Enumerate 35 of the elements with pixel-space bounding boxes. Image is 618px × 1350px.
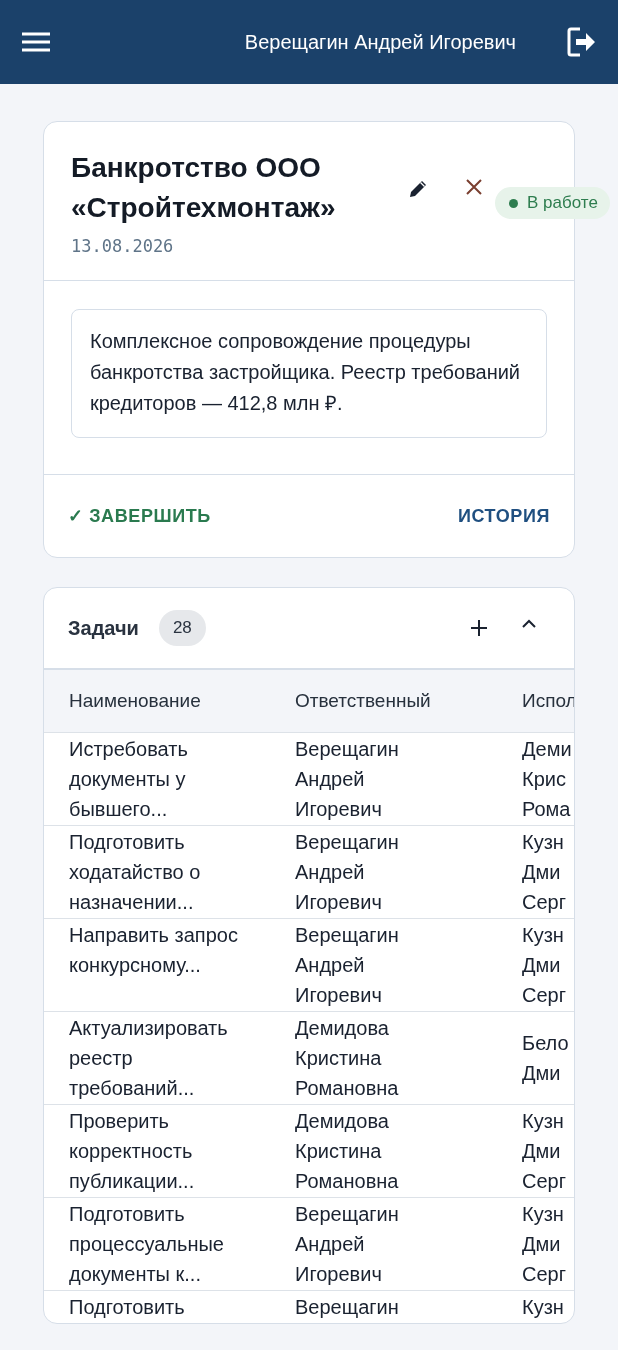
table-cell-text: Проверить корректность публикации...: [68, 1109, 196, 1194]
user-name: Верещагин Андрей Игоревич: [243, 30, 517, 54]
table-cell-text: Верещагин: [294, 1295, 400, 1320]
table-cell-text: Демидова Кристина Романовна: [294, 1016, 400, 1101]
table-cell-text: Верещагин Андрей Игоревич: [294, 923, 400, 1008]
table-cell-text: Кузн Дми Серг: [521, 830, 567, 915]
menu-icon[interactable]: [22, 32, 50, 52]
table-cell-text: Демидова Кристина Романовна: [294, 1109, 400, 1194]
table-cell-text: Кузн Дми Серг: [521, 1202, 567, 1287]
table-cell-text: Истребовать документы у бывшего...: [68, 737, 189, 822]
table-cell-text: Верещагин Андрей Игоревич: [294, 1202, 400, 1287]
table-cell-text: Кузн Дми Серг: [521, 923, 567, 1008]
table-cell-text: Направить запрос конкурсному...: [68, 923, 239, 978]
case-date: 13.08.2026: [71, 236, 175, 256]
add-icon[interactable]: [470, 619, 488, 637]
table-cell-text: Подготовить процессуальные документы к...: [68, 1202, 225, 1287]
table-cell-text: Подготовить: [68, 1295, 186, 1320]
count-badge: 28: [158, 610, 206, 646]
finish-button[interactable]: ✓ ЗАВЕРШИТЬ: [68, 505, 211, 527]
table-cell-text: Деми Крис Рома: [521, 737, 572, 822]
table-cell-text: Кузн: [521, 1295, 565, 1320]
history-button[interactable]: ИСТОРИЯ: [457, 505, 550, 527]
table-cell-text: Подготовить ходатайство о назначении...: [68, 830, 202, 915]
status-badge: В работе: [495, 187, 610, 219]
column-header: Ответственный: [294, 689, 432, 713]
description-field[interactable]: Комплексное сопровождение процедуры банкротства застройщика. Реестр требований кредиторов — 412,8 млн ₽.: [71, 309, 547, 438]
case-title: Банкротство ООО «Стройтехмонтаж»: [71, 151, 337, 225]
table-cell-text: Бело Дми: [521, 1031, 570, 1086]
tasks-title: Задачи: [68, 616, 139, 640]
table-cell-text: Кузн Дми Серг: [521, 1109, 567, 1194]
table-cell-text: Актуализировать реестр требований...: [68, 1016, 229, 1101]
logout-icon[interactable]: [566, 26, 596, 58]
table-cell-text: Верещагин Андрей Игоревич: [294, 737, 400, 822]
table-cell-text: Верещагин Андрей Игоревич: [294, 830, 400, 915]
column-header: Наименование: [68, 689, 202, 713]
